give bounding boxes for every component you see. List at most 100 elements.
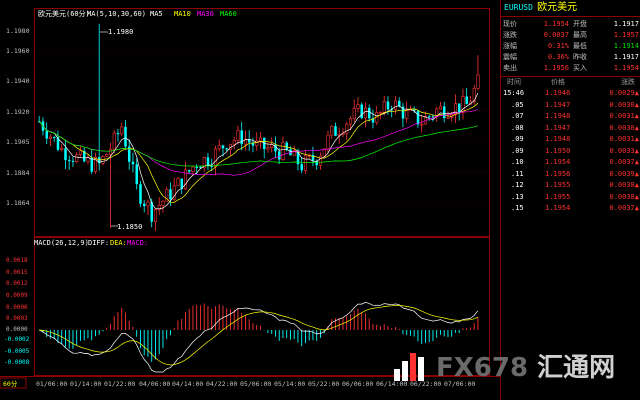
price-axis: 1.1980 1.1960 1.1940 1.1920 1.1905 1.188…: [6, 27, 30, 207]
quote-value: 1.1914: [613, 42, 639, 50]
candle-body: [86, 157, 90, 162]
tick-row: .05 1.1947 0.0030▲: [501, 100, 640, 112]
candle-body: [131, 161, 135, 165]
macd-tick: 0.0012: [6, 280, 28, 287]
price-tick: 1.1905: [6, 138, 30, 146]
symbol-code: EURUSD: [504, 3, 533, 12]
candle-body: [363, 107, 368, 119]
tick-price: 1.1950: [545, 146, 571, 155]
price-gridlines: [35, 49, 489, 203]
tick-time: .12: [511, 181, 524, 189]
macd-tick: -0.0002: [4, 336, 30, 343]
candle-body: [71, 160, 75, 162]
macd-value-label: MACD:: [127, 239, 148, 247]
macd-tick: 0.0000: [6, 326, 28, 333]
candle-body: [420, 123, 424, 126]
tick-price: 1.1948: [545, 135, 571, 143]
low-price-label: 1.1850: [117, 223, 142, 231]
quote-row: 震幅 0.36% 昨收 1.1917: [501, 52, 640, 63]
date-tick: 05/22:00: [308, 380, 339, 388]
tick-row: .11 1.1956 0.0039▲: [501, 169, 640, 181]
ma5-label: MA5: [150, 10, 163, 18]
quote-label: 卖出: [503, 64, 517, 72]
date-tick: 04/22:00: [206, 380, 237, 388]
quote-table: 现价 1.1954 开盘 1.1917 涨跌 0.0037 最高 1.1957 …: [501, 17, 640, 77]
tick-row: .15 1.1954 0.0037▲: [501, 203, 640, 215]
candle-body: [221, 145, 225, 149]
ticks-header-time: 时间: [507, 78, 521, 86]
ticks-header-change: 涨跌: [621, 78, 635, 86]
macd-axis: 0.0018 0.0015 0.0012 0.0009 0.0006 0.000…: [4, 257, 30, 366]
tick-time: .15: [511, 204, 524, 212]
candle-body: [68, 160, 71, 162]
candle-body: [356, 104, 360, 109]
date-tick: 04/06:00: [139, 380, 170, 388]
quote-label: 震幅: [503, 53, 517, 61]
quote-label: 涨幅: [503, 42, 517, 50]
tick-row: .10 1.1954 0.0037▲: [501, 157, 640, 169]
quote-value: 1.1917: [613, 53, 639, 61]
candle-body: [191, 166, 195, 172]
candle-body: [78, 150, 83, 155]
tick-change: 0.0037▲: [609, 158, 639, 166]
candle-body: [416, 110, 420, 125]
low-annotation: 1.1850: [111, 223, 142, 231]
candle-body: [213, 148, 218, 167]
candle-body: [446, 116, 450, 119]
diff-label: DIFF:: [88, 239, 109, 247]
macd-tick: -0.0008: [4, 359, 30, 366]
macd-tick: 0.0015: [6, 269, 28, 276]
candle-body: [378, 112, 383, 114]
diff-line: [39, 302, 479, 373]
kline-chart[interactable]: 欧元美元(60分) MA(5,10,30,60) MA5 MA10 MA30 M…: [0, 0, 500, 400]
ticks-header: 时间 价格 涨跌: [501, 77, 640, 88]
period-label: 60分: [3, 379, 18, 388]
candle-body: [443, 106, 446, 119]
candle-body: [326, 134, 330, 150]
candle-body: [120, 126, 124, 135]
candle-body: [112, 132, 116, 150]
tick-time: .05: [511, 100, 524, 109]
candle-body: [135, 164, 138, 185]
candle-body: [48, 136, 53, 139]
macd-legend: MACD(26,12,9) DIFF: DEA: MACD:: [34, 239, 148, 247]
ma30-label: MA30: [197, 10, 214, 18]
tick-row: .12 1.1955 0.0038▲: [501, 180, 640, 192]
tick-price: 1.1956: [545, 169, 571, 178]
quote-label: 买入: [573, 64, 587, 72]
quote-panel: EURUSD 欧元美元 现价 1.1954 开盘 1.1917 涨跌 0.003…: [500, 0, 640, 400]
tick-time: .08: [511, 123, 524, 132]
candle-body: [330, 125, 334, 136]
tick-list[interactable]: 15:46 1.1946 0.0029▲ .05 1.1947 0.0030▲ .07 1.1…: [501, 88, 640, 215]
candle-body: [53, 137, 56, 139]
macd-tick: 0.0009: [6, 292, 28, 299]
candle-body: [465, 96, 468, 105]
tick-row: .07 1.1948 0.0031▲: [501, 111, 640, 123]
dea-label: DEA:: [110, 239, 127, 247]
date-tick: 07/06:00: [444, 380, 475, 388]
ticks-header-price: 价格: [551, 78, 565, 86]
price-tick: 1.1920: [6, 108, 30, 116]
quote-label: 现价: [503, 20, 517, 28]
ma60-label: MA60: [220, 10, 237, 18]
tick-change: 0.0033▲: [609, 146, 639, 155]
candle-body: [124, 126, 127, 147]
date-tick: 05/14:00: [274, 380, 305, 388]
candle-body: [188, 170, 191, 172]
candle-body: [206, 157, 210, 166]
tick-change: 0.0038▲: [609, 192, 639, 201]
tick-time: .07: [511, 112, 524, 120]
candle-body: [116, 133, 120, 135]
macd-tick: 0.0006: [6, 304, 28, 311]
price-tick: 1.1960: [6, 47, 30, 55]
candle-body: [139, 184, 142, 204]
tick-price: 1.1954: [545, 158, 571, 166]
quote-value: 0.0037: [543, 31, 569, 39]
quote-row: 现价 1.1954 开盘 1.1917: [501, 19, 640, 30]
candlesticks: [38, 23, 480, 232]
quote-value: 1.1954: [613, 64, 639, 72]
tick-price: 1.1946: [545, 89, 571, 97]
macd-tick: -0.0005: [4, 348, 30, 355]
candle-body: [345, 123, 349, 134]
candle-body: [270, 144, 274, 148]
